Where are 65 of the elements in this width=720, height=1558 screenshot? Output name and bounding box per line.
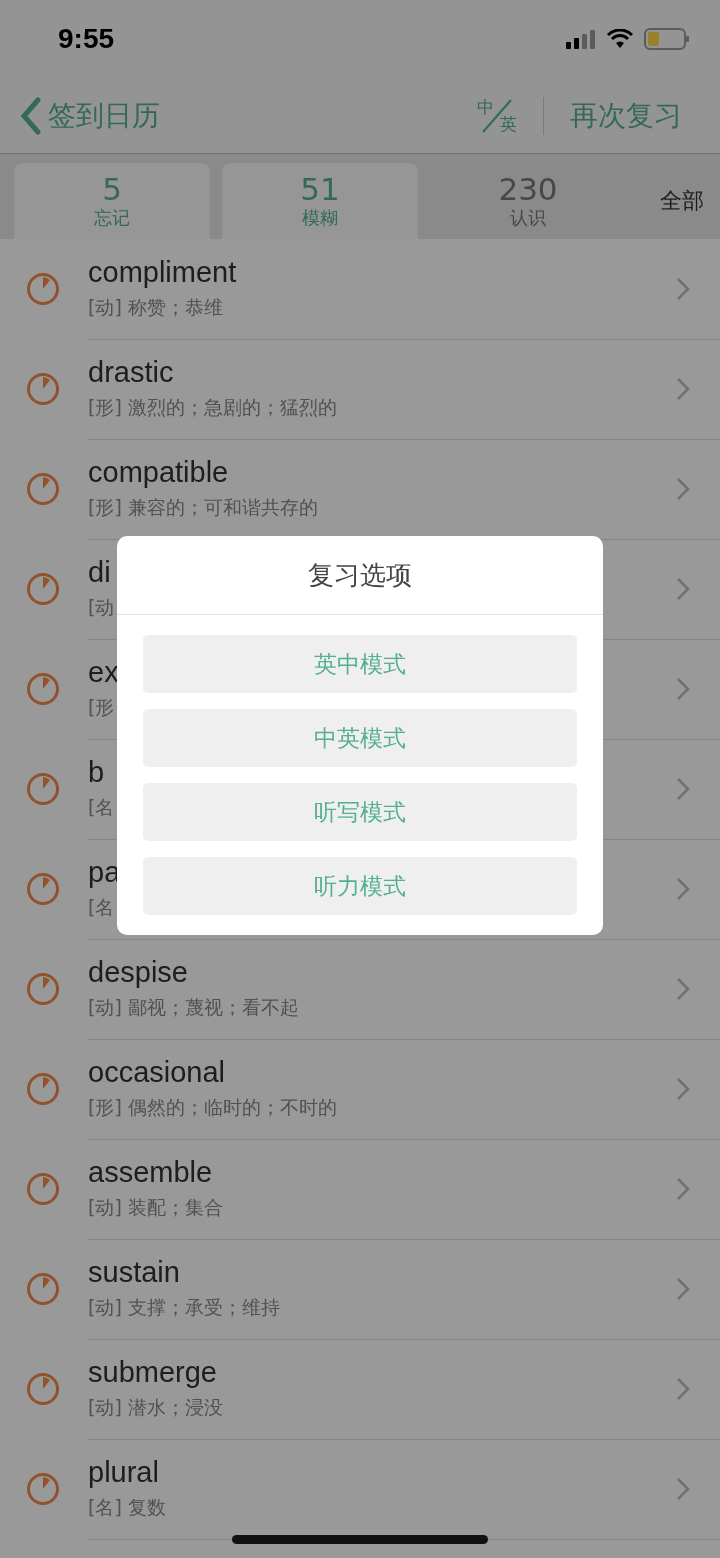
wifi-icon <box>606 29 634 49</box>
word-text: compatible <box>88 456 229 489</box>
progress-clock-icon <box>26 472 60 506</box>
progress-clock-icon <box>26 1372 60 1406</box>
word-row[interactable]: submerge [动] 潜水；浸没 <box>88 1338 720 1440</box>
word-text: b <box>88 756 105 789</box>
word-row[interactable]: assemble [动] 装配；集合 <box>88 1138 720 1240</box>
meaning-text: [形] 兼容的；可和谐共存的 <box>88 495 318 520</box>
meaning-text: [名] 复数 <box>88 1495 166 1520</box>
progress-clock-icon <box>26 772 60 806</box>
progress-clock-icon <box>26 572 60 606</box>
progress-clock-icon <box>26 1472 60 1506</box>
meaning-text: [动] 装配；集合 <box>88 1195 223 1220</box>
word-text: ex <box>88 656 119 689</box>
progress-clock-icon <box>26 1072 60 1106</box>
chevron-right-icon <box>676 1376 690 1401</box>
signal-icon <box>566 29 596 49</box>
word-row[interactable]: sustain [动] 支撑；承受；维持 <box>88 1238 720 1340</box>
meaning-text: [形] 激烈的；急剧的；猛烈的 <box>88 395 337 420</box>
meaning-text: [动 <box>88 595 115 620</box>
chevron-right-icon <box>676 676 690 701</box>
progress-clock-icon <box>26 272 60 306</box>
filter-tab[interactable]: 230 认识 <box>430 163 626 239</box>
chevron-right-icon <box>676 276 690 301</box>
meaning-text: [名 <box>88 895 115 920</box>
back-chevron-icon <box>20 96 42 135</box>
word-text: drastic <box>88 356 174 389</box>
word-text: submerge <box>88 1356 217 1389</box>
word-text: despise <box>88 956 188 989</box>
progress-clock-icon <box>26 872 60 906</box>
chevron-right-icon <box>676 876 690 901</box>
progress-clock-icon <box>26 672 60 706</box>
chevron-right-icon <box>676 1276 690 1301</box>
chevron-right-icon <box>676 576 690 601</box>
chevron-right-icon <box>676 476 690 501</box>
progress-clock-icon <box>26 972 60 1006</box>
word-row[interactable]: drastic [形] 激烈的；急剧的；猛烈的 <box>88 338 720 440</box>
word-text: occasional <box>88 1056 226 1089</box>
progress-clock-icon <box>26 1172 60 1206</box>
word-text: assemble <box>88 1156 213 1189</box>
dialog-title: 复习选项 <box>117 536 603 615</box>
battery-icon <box>644 28 690 50</box>
meaning-text: [动] 潜水；浸没 <box>88 1395 223 1420</box>
meaning-text: [动] 称赞；恭维 <box>88 295 223 320</box>
word-text: sustain <box>88 1256 180 1289</box>
meaning-text: [动] 鄙视；蔑视；看不起 <box>88 995 299 1020</box>
chevron-right-icon <box>676 1176 690 1201</box>
filter-tab[interactable]: 全部 <box>638 163 706 239</box>
meaning-text: [形 <box>88 695 115 720</box>
word-row[interactable]: occasional [形] 偶然的；临时的；不时的 <box>88 1038 720 1140</box>
chevron-right-icon <box>676 376 690 401</box>
chevron-right-icon <box>676 1076 690 1101</box>
word-text: di <box>88 556 111 589</box>
meaning-text: [形] 偶然的；临时的；不时的 <box>88 1095 337 1120</box>
chevron-right-icon <box>676 776 690 801</box>
chevron-right-icon <box>676 1476 690 1501</box>
progress-clock-icon <box>26 1272 60 1306</box>
meaning-text: [动] 支撑；承受；维持 <box>88 1295 280 1320</box>
chevron-right-icon <box>676 976 690 1001</box>
word-row[interactable]: despise [动] 鄙视；蔑视；看不起 <box>88 938 720 1040</box>
word-text: plural <box>88 1456 159 1489</box>
status-time: 9:55 <box>58 23 115 55</box>
meaning-text: [名 <box>88 795 115 820</box>
word-text: compliment <box>88 256 237 289</box>
progress-clock-icon <box>26 372 60 406</box>
